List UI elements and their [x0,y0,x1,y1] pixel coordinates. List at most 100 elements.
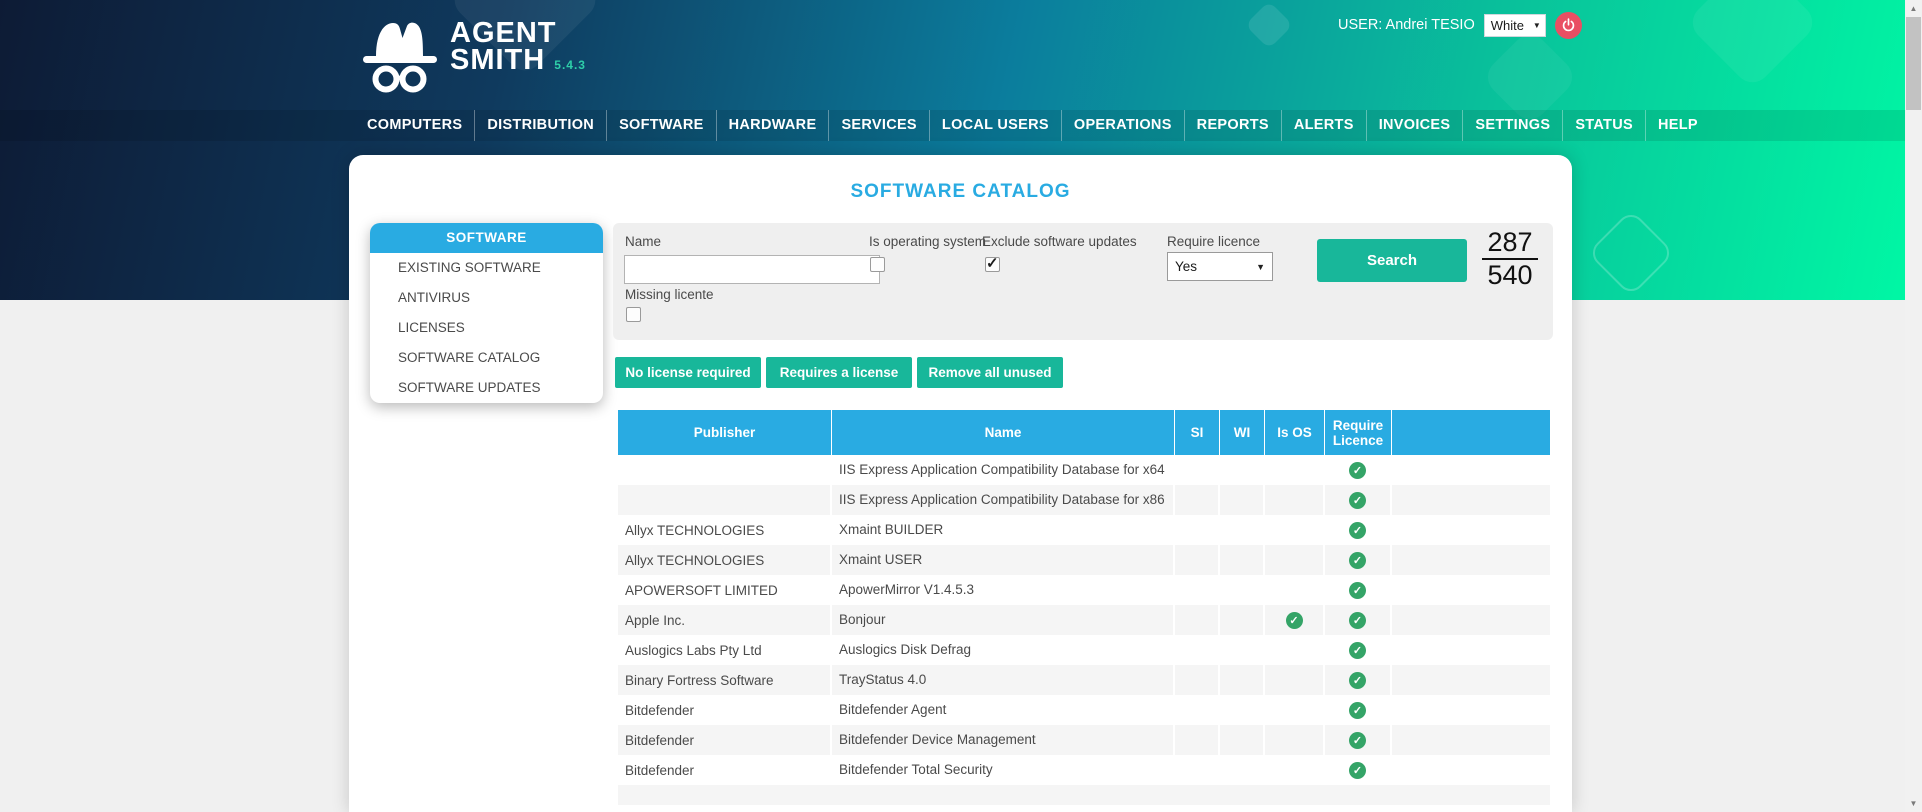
table-cell [1175,725,1220,755]
check-icon: ✓ [1349,462,1366,479]
bulk-action-buttons: No license requiredRequires a licenseRem… [615,357,1063,388]
is-os-filter-label: Is operating system [869,234,986,249]
table-cell [1220,545,1265,575]
agent-smith-logo[interactable]: AGENT SMITH 5.4.3 [360,12,586,98]
chevron-down-icon: ▼ [1256,262,1265,272]
table-row[interactable]: IIS Express Application Compatibility Da… [618,485,1550,515]
table-cell: ✓ [1325,695,1392,725]
empty-cell [1392,635,1550,665]
sidebar-item-licenses[interactable]: LICENSES [370,313,603,343]
table-row[interactable]: BitdefenderBitdefender Device Management… [618,725,1550,755]
check-icon: ✓ [1349,672,1366,689]
nav-item-distribution[interactable]: DISTRIBUTION [474,110,606,141]
power-icon [1561,18,1576,33]
table-cell [1175,545,1220,575]
require-licence-select[interactable]: Yes ▼ [1167,252,1273,281]
check-icon: ✓ [1349,642,1366,659]
empty-cell [1392,755,1550,785]
table-cell [1220,455,1265,485]
nav-item-local-users[interactable]: LOCAL USERS [929,110,1061,141]
name-filter-input[interactable] [624,255,880,284]
scroll-up-arrow-icon[interactable]: ▲ [1905,0,1922,17]
publisher-cell: Bitdefender [618,695,832,725]
table-row[interactable]: IIS Express Application Compatibility Da… [618,455,1550,485]
table-cell [1220,635,1265,665]
table-cell: ✓ [1325,725,1392,755]
table-cell [1265,485,1325,515]
spy-hat-glasses-icon [360,12,440,98]
scroll-down-arrow-icon[interactable]: ▼ [1905,795,1922,812]
vertical-scrollbar[interactable]: ▲ ▼ [1905,0,1922,812]
name-cell: Bonjour [832,605,1175,635]
table-row[interactable]: BitdefenderBitdefender Agent✓ [618,695,1550,725]
nav-item-help[interactable]: HELP [1645,110,1710,141]
table-cell [1265,635,1325,665]
sidebar-item-software-catalog[interactable]: SOFTWARE CATALOG [370,343,603,373]
table-row[interactable]: Apple Inc.Bonjour✓✓ [618,605,1550,635]
result-count: 287 540 [1479,229,1541,289]
sidebar-item-existing-software[interactable]: EXISTING SOFTWARE [370,253,603,283]
theme-select[interactable]: White ▼ [1484,14,1546,37]
check-icon: ✓ [1349,492,1366,509]
table-row[interactable]: Allyx TECHNOLOGIESXmaint BUILDER✓ [618,515,1550,545]
table-cell [1265,755,1325,785]
missing-licence-checkbox[interactable] [626,307,641,322]
check-icon: ✓ [1349,612,1366,629]
table-cell [1175,575,1220,605]
table-cell: ✓ [1265,605,1325,635]
table-cell [1175,455,1220,485]
is-os-checkbox[interactable] [870,257,885,272]
table-cell [1175,665,1220,695]
table-row[interactable]: Binary Fortress SoftwareTrayStatus 4.0✓ [618,665,1550,695]
software-table: PublisherNameSIWIIs OSRequire Licence II… [618,410,1550,805]
nav-item-settings[interactable]: SETTINGS [1462,110,1562,141]
table-cell [1220,725,1265,755]
table-cell [1265,545,1325,575]
page-title: SOFTWARE CATALOG [349,181,1572,203]
table-cell [1265,665,1325,695]
exclude-updates-filter-label: Exclude software updates [982,234,1137,249]
column-header-empty [1392,410,1550,455]
nav-item-computers[interactable]: COMPUTERS [355,110,474,141]
nav-item-operations[interactable]: OPERATIONS [1061,110,1184,141]
exclude-updates-checkbox[interactable] [985,257,1000,272]
table-header-row: PublisherNameSIWIIs OSRequire Licence [618,410,1550,455]
table-cell [1175,755,1220,785]
table-cell [1220,515,1265,545]
table-cell [1220,695,1265,725]
check-icon: ✓ [1286,612,1303,629]
table-cell [1175,485,1220,515]
decorative-diamond [1685,0,1819,90]
sidebar-item-software-updates[interactable]: SOFTWARE UPDATES [370,373,603,403]
publisher-cell [618,455,832,485]
publisher-cell: Binary Fortress Software [618,665,832,695]
column-header-si: SI [1175,410,1220,455]
requires-a-license-button[interactable]: Requires a license [766,357,912,388]
sidebar-header-software[interactable]: SOFTWARE [370,223,603,253]
nav-item-status[interactable]: STATUS [1562,110,1645,141]
result-count-denominator: 540 [1479,262,1541,289]
nav-item-services[interactable]: SERVICES [828,110,928,141]
no-license-required-button[interactable]: No license required [615,357,761,388]
result-count-numerator: 287 [1479,229,1541,256]
remove-all-unused-button[interactable]: Remove all unused [917,357,1063,388]
nav-item-reports[interactable]: REPORTS [1184,110,1281,141]
nav-item-hardware[interactable]: HARDWARE [716,110,829,141]
search-button[interactable]: Search [1317,239,1467,282]
nav-item-invoices[interactable]: INVOICES [1366,110,1463,141]
table-row[interactable]: BitdefenderBitdefender Total Security✓ [618,755,1550,785]
table-row[interactable]: Auslogics Labs Pty LtdAuslogics Disk Def… [618,635,1550,665]
logout-power-button[interactable] [1555,12,1582,39]
filter-panel: Name Is operating system Exclude softwar… [613,223,1553,340]
scrollbar-thumb[interactable] [1906,17,1921,110]
sidebar-item-antivirus[interactable]: ANTIVIRUS [370,283,603,313]
nav-item-software[interactable]: SOFTWARE [606,110,716,141]
user-label: USER: Andrei TESIO [1338,17,1475,33]
table-row[interactable]: APOWERSOFT LIMITEDApowerMirror V1.4.5.3✓ [618,575,1550,605]
check-icon: ✓ [1349,732,1366,749]
table-row[interactable]: Allyx TECHNOLOGIESXmaint USER✓ [618,545,1550,575]
logo-line2: SMITH 5.4.3 [450,47,586,79]
logo-line1: AGENT [450,20,586,47]
main-nav: COMPUTERSDISTRIBUTIONSOFTWAREHARDWARESER… [0,110,1905,141]
nav-item-alerts[interactable]: ALERTS [1281,110,1366,141]
